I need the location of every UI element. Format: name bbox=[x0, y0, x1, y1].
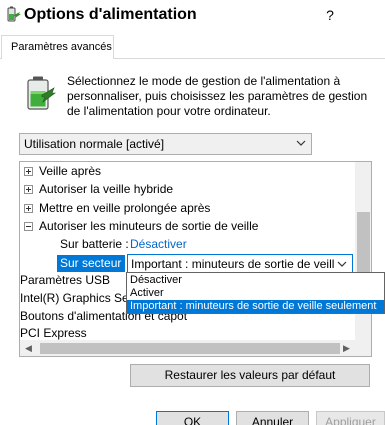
chevron-down-icon bbox=[296, 140, 306, 146]
vertical-scroll-thumb[interactable] bbox=[357, 212, 370, 272]
scroll-left-icon[interactable]: ◀ bbox=[20, 340, 37, 356]
horizontal-scroll-thumb[interactable] bbox=[40, 343, 340, 354]
ac-setting-value: Important : minuteurs de sortie de veill bbox=[131, 257, 335, 271]
apply-button[interactable]: Appliquer bbox=[316, 411, 385, 425]
chevron-down-icon bbox=[336, 258, 348, 270]
tree-item-minuteurs-sortie-veille[interactable]: Autoriser les minuteurs de sortie de vei… bbox=[20, 218, 350, 235]
battery-setting-row: Sur batterie : Désactiver bbox=[57, 236, 347, 253]
battery-setting-label: Sur batterie : bbox=[60, 237, 129, 251]
title-bar: Options d'alimentation ? bbox=[0, 0, 385, 31]
tree-item-veille-apres[interactable]: Veille après bbox=[20, 163, 350, 180]
battery-icon bbox=[27, 76, 56, 110]
collapse-minus-icon[interactable] bbox=[24, 222, 33, 231]
dropdown-option-important[interactable]: Important : minuteurs de sortie de veill… bbox=[127, 300, 384, 313]
tab-advanced-settings[interactable]: Paramètres avancés bbox=[1, 35, 114, 59]
ac-setting-dropdown-list[interactable]: Désactiver Activer Important : minuteurs… bbox=[126, 272, 385, 314]
dropdown-option-activer[interactable]: Activer bbox=[127, 287, 384, 300]
description-text: Sélectionnez le mode de gestion de l'ali… bbox=[67, 74, 368, 118]
ac-setting-label: Sur secteur : bbox=[57, 255, 125, 284]
ok-button[interactable]: OK bbox=[156, 411, 229, 425]
vertical-scrollbar[interactable] bbox=[355, 162, 371, 341]
settings-tree[interactable]: Veille après Autoriser la veille hybride… bbox=[19, 161, 372, 357]
cancel-button[interactable]: Annuler bbox=[236, 411, 309, 425]
power-options-icon bbox=[7, 6, 21, 22]
tree-item-veille-hybride[interactable]: Autoriser la veille hybride bbox=[20, 181, 350, 198]
expand-plus-icon[interactable] bbox=[24, 167, 33, 176]
power-plan-select[interactable]: Utilisation normale [activé] bbox=[19, 133, 312, 155]
window-title: Options d'alimentation bbox=[24, 6, 197, 23]
ac-setting-select[interactable]: Important : minuteurs de sortie de veill bbox=[127, 254, 353, 274]
power-plan-value: Utilisation normale [activé] bbox=[24, 137, 165, 151]
dropdown-option-desactiver[interactable]: Désactiver bbox=[127, 274, 384, 287]
help-button[interactable]: ? bbox=[316, 4, 344, 26]
expand-plus-icon[interactable] bbox=[24, 204, 33, 213]
horizontal-scrollbar[interactable]: ◀ ▶ bbox=[20, 340, 371, 356]
tree-item-veille-prolongee[interactable]: Mettre en veille prolongée après bbox=[20, 200, 350, 217]
expand-plus-icon[interactable] bbox=[24, 185, 33, 194]
battery-setting-value[interactable]: Désactiver bbox=[130, 237, 187, 251]
restore-defaults-button[interactable]: Restaurer les valeurs par défaut bbox=[130, 364, 370, 387]
scroll-right-icon[interactable]: ▶ bbox=[338, 340, 355, 356]
